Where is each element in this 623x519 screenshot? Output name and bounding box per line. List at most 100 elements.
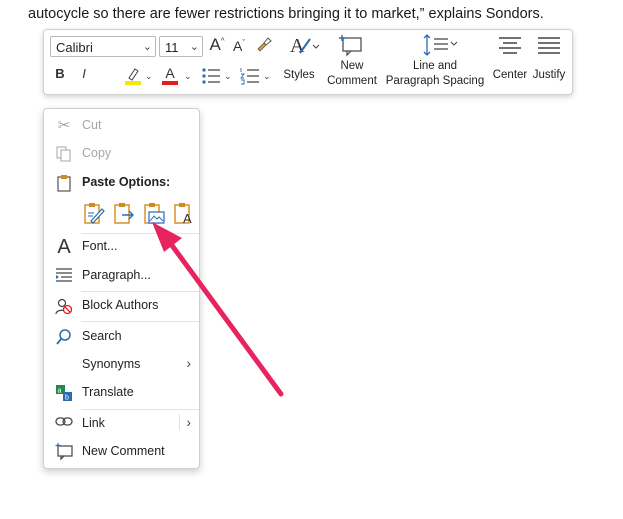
- shrink-font-button[interactable]: Aˇ: [229, 38, 249, 54]
- svg-text:b: b: [65, 395, 69, 402]
- chevron-right-icon: ›: [186, 355, 191, 371]
- paste-options-header: Paste Options:: [44, 171, 199, 195]
- new-comment-icon: [54, 443, 74, 461]
- highlight-button[interactable]: [123, 66, 143, 89]
- menu-item-synonyms[interactable]: Synonyms ›: [44, 353, 199, 377]
- line-spacing-icon: [423, 34, 458, 56]
- justify-button[interactable]: [537, 35, 561, 58]
- document-text-line-partial: [28, 0, 623, 3]
- paste-text-only-button[interactable]: A: [172, 201, 196, 226]
- line-spacing-button[interactable]: [421, 33, 461, 57]
- justify-label: Justify: [532, 69, 566, 81]
- grow-font-icon: A: [209, 35, 221, 54]
- menu-item-cut[interactable]: ✂ Cut: [44, 114, 199, 138]
- font-color-icon: A: [165, 65, 175, 81]
- shrink-font-icon: A: [232, 38, 243, 54]
- menu-item-paragraph-label: Paragraph...: [82, 268, 151, 282]
- center-label: Center: [492, 69, 528, 81]
- menu-item-translate[interactable]: ab Translate: [44, 381, 199, 405]
- center-button[interactable]: [498, 35, 522, 58]
- new-comment-icon: [339, 35, 362, 57]
- link-icon: [54, 415, 74, 433]
- menu-separator: [81, 409, 199, 410]
- menu-item-paragraph[interactable]: Paragraph...: [44, 264, 199, 288]
- line-spacing-label-1: Line and: [412, 60, 458, 72]
- paste-picture-icon: [144, 203, 165, 224]
- chevron-down-icon[interactable]: ⌄: [263, 71, 271, 82]
- menu-item-search-label: Search: [82, 329, 122, 343]
- font-color-button[interactable]: A: [160, 66, 180, 85]
- format-painter-button[interactable]: [253, 35, 275, 58]
- menu-item-search[interactable]: Search: [44, 325, 199, 349]
- menu-item-translate-label: Translate: [82, 385, 134, 399]
- font-size-dropdown[interactable]: 11 ⌄: [159, 36, 203, 57]
- font-name-dropdown[interactable]: Calibri ⌄: [50, 36, 156, 57]
- menu-item-new-comment[interactable]: New Comment: [44, 440, 199, 464]
- chevron-down-icon[interactable]: ⌄: [224, 71, 232, 82]
- font-icon: A: [57, 236, 71, 258]
- italic-icon: I: [82, 66, 86, 81]
- font-name-value: Calibri: [56, 40, 93, 55]
- copy-icon: [54, 145, 74, 163]
- chevron-down-icon: ⌄: [142, 41, 152, 53]
- menu-item-cut-label: Cut: [82, 118, 102, 132]
- line-spacing-label-2: Paragraph Spacing: [385, 75, 485, 87]
- clipboard-icon: [54, 174, 74, 192]
- styles-icon: A: [290, 35, 320, 57]
- context-menu: ✂ Cut Copy Paste Options: A A Font... Pa…: [43, 108, 200, 469]
- svg-text:A: A: [290, 35, 305, 57]
- paste-keep-source-formatting-button[interactable]: [82, 201, 106, 225]
- highlighter-icon: [125, 68, 141, 85]
- paste-options-label: Paste Options:: [82, 175, 171, 189]
- styles-label: Styles: [283, 69, 315, 81]
- chevron-down-icon[interactable]: ⌄: [184, 71, 192, 82]
- search-icon: [54, 328, 74, 346]
- numbering-button[interactable]: [240, 66, 260, 89]
- align-justify-icon: [538, 37, 560, 54]
- translate-icon: ab: [54, 384, 74, 402]
- menu-separator: [81, 233, 199, 234]
- grow-font-button[interactable]: A^: [207, 35, 227, 55]
- bullets-button[interactable]: [201, 66, 221, 89]
- mini-toolbar: Calibri ⌄ 11 ⌄ A^ Aˇ A Styles New Commen…: [43, 29, 573, 95]
- font-size-value: 11: [165, 40, 179, 55]
- align-center-icon: [499, 37, 521, 54]
- new-comment-label-1: New: [340, 60, 364, 72]
- menu-item-synonyms-label: Synonyms: [82, 357, 141, 371]
- menu-item-font[interactable]: A Font...: [44, 235, 199, 259]
- chevron-down-icon: ⌄: [189, 41, 199, 53]
- bold-icon: B: [55, 66, 65, 81]
- chevron-down-icon[interactable]: ⌄: [145, 71, 153, 82]
- menu-item-new-comment-label: New Comment: [82, 444, 165, 458]
- font-color-swatch: [162, 81, 178, 85]
- paste-picture-button[interactable]: [142, 201, 166, 225]
- block-authors-icon: [54, 297, 74, 315]
- bold-button[interactable]: B: [53, 66, 67, 81]
- numbered-list-icon: [240, 68, 259, 85]
- paragraph-icon: [54, 267, 74, 285]
- scissors-icon: ✂: [57, 117, 71, 134]
- svg-text:a: a: [58, 388, 62, 395]
- new-comment-label-2: Comment: [327, 75, 377, 87]
- paste-text-only-icon: A: [174, 203, 192, 226]
- menu-separator: [81, 291, 199, 292]
- menu-item-copy[interactable]: Copy: [44, 142, 199, 166]
- menu-item-copy-label: Copy: [82, 146, 112, 160]
- paste-keep-formatting-icon: [84, 203, 105, 224]
- paste-merge-formatting-button[interactable]: [112, 201, 136, 225]
- menu-separator: [81, 321, 199, 322]
- menu-item-link[interactable]: Link ›: [44, 412, 199, 436]
- menu-item-font-label: Font...: [82, 239, 118, 253]
- styles-button[interactable]: A: [287, 33, 323, 57]
- document-text-line: autocycle so there are fewer restriction…: [28, 6, 544, 22]
- format-painter-icon: [257, 37, 272, 52]
- chevron-right-icon[interactable]: ›: [179, 414, 191, 430]
- bullet-list-icon: [202, 68, 220, 84]
- new-comment-button[interactable]: [339, 33, 365, 57]
- menu-item-block-authors-label: Block Authors: [82, 298, 159, 312]
- menu-item-link-label: Link: [82, 416, 105, 430]
- svg-text:A: A: [183, 211, 192, 225]
- menu-item-block-authors[interactable]: Block Authors: [44, 294, 199, 318]
- italic-button[interactable]: I: [77, 66, 91, 81]
- paste-options-row: A: [82, 201, 197, 227]
